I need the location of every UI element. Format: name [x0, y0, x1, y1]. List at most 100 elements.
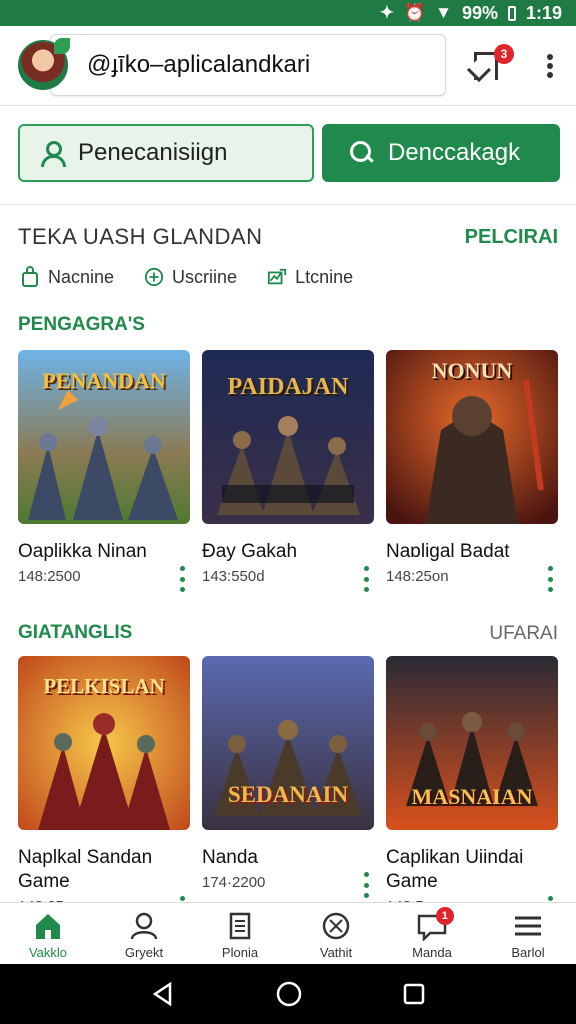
game-thumbnail[interactable]: SEDANAIN — [202, 656, 374, 830]
more-options-icon[interactable] — [364, 566, 370, 592]
bottom-navigation: Vakklo Gryekt Plonia Vathit 1 Manda Barl… — [0, 902, 576, 964]
status-bar: ✦ ⏰ ▼ 99% 1:19 — [0, 0, 576, 26]
notification-badge: 3 — [494, 44, 514, 64]
overflow-menu-button[interactable] — [538, 50, 562, 82]
game-meta: 148:2500 — [18, 566, 190, 592]
game-name: Naɒligal Badat — [386, 541, 510, 562]
game-carousel[interactable]: PENANDAN Oaplikka Ninan 148:2500 PAIDAJA… — [18, 350, 576, 592]
nav-label: Manda — [412, 945, 452, 960]
signal-icon: ✦ — [379, 3, 394, 22]
alarm-icon: ⏰ — [403, 3, 426, 22]
address-bar[interactable]: @ɟīko–aplicalandkari — [50, 34, 446, 96]
game-thumbnail[interactable]: MASNAIAN — [386, 656, 558, 830]
game-name: Naplkal Sandan Game — [18, 847, 153, 892]
filter-label: Uscriine — [172, 266, 238, 287]
game-card[interactable]: SEDANAIN Nanda 174·2200 — [202, 656, 374, 915]
filter-label: Nacnine — [48, 266, 115, 287]
filter-item[interactable]: Ltcnine — [267, 266, 353, 288]
person-icon — [40, 141, 66, 167]
nav-documents[interactable]: Plonia — [192, 903, 288, 964]
more-options-icon[interactable] — [180, 566, 186, 592]
nav-explore[interactable]: Vathit — [288, 903, 384, 964]
game-thumbnail[interactable]: NONUN — [386, 350, 558, 524]
game-meta-text: 148:2500 — [18, 568, 81, 585]
game-name: Ɖay Gakah — [202, 541, 298, 562]
action-buttons: Penecanisiign Denccakagk — [18, 124, 560, 182]
nav-label: Vathit — [319, 945, 353, 960]
game-art-title: PENANDAN — [42, 368, 166, 393]
search-icon — [350, 141, 374, 165]
avatar[interactable] — [18, 38, 70, 90]
nav-label: Vakklo — [28, 945, 68, 960]
game-meta-text: 174·2200 — [202, 874, 266, 891]
menu-icon — [515, 916, 541, 936]
game-name: Nanda — [202, 847, 258, 868]
home-button-icon[interactable] — [275, 980, 303, 1008]
leaf-icon — [54, 38, 70, 54]
game-meta: 174·2200 — [202, 872, 374, 898]
bag-icon — [22, 266, 38, 287]
game-card[interactable]: PAIDAJAN Ɖay Gakah 143:550d — [202, 350, 374, 592]
home-icon — [36, 914, 60, 939]
game-carousel[interactable]: PELKISLAN Naplkal Sandan Game 143:25nn S… — [18, 656, 576, 922]
battery-icon — [507, 5, 516, 21]
search-button[interactable]: Denccakagk — [322, 124, 560, 182]
row-title: GIATANGLIS — [18, 622, 133, 643]
battery-level: 99% — [461, 2, 498, 23]
menu-dot — [547, 54, 553, 60]
messages-badge: 1 — [435, 907, 454, 925]
game-card[interactable]: MASNAIAN Caplikan Uiindai Game 143:5on — [386, 656, 558, 922]
game-card[interactable]: PELKISLAN Naplkal Sandan Game 143:25nn — [18, 656, 190, 922]
row-title: PENGAGRA'S — [18, 314, 145, 335]
game-meta: 148:25on — [386, 566, 558, 592]
game-name: Caplikan Uiindai Game — [386, 847, 524, 892]
bookmark-button[interactable]: 3 — [472, 44, 514, 82]
compass-icon — [322, 912, 350, 940]
filter-label: Ltcnine — [295, 266, 354, 287]
game-name: Oaplikka Ninan — [18, 541, 147, 562]
nav-home[interactable]: Vakklo — [0, 903, 96, 964]
game-card[interactable]: PENANDAN Oaplikka Ninan 148:2500 — [18, 350, 190, 592]
plus-circle-icon — [144, 267, 164, 287]
wifi-icon: ▼ — [435, 3, 452, 22]
divider — [0, 204, 576, 205]
search-button-label: Denccakagk — [388, 139, 521, 166]
more-options-icon[interactable] — [548, 566, 554, 592]
menu-dot — [547, 72, 553, 78]
nav-label: Gryekt — [124, 945, 164, 960]
game-art-title: PAIDAJAN — [227, 374, 349, 400]
recents-icon[interactable] — [402, 982, 426, 1006]
game-art-title: NONUN — [431, 358, 513, 383]
game-thumbnail[interactable]: PAIDAJAN — [202, 350, 374, 524]
section-link[interactable]: PELCIRAI — [465, 226, 558, 249]
nav-label: Barlol — [511, 945, 545, 960]
filter-item[interactable]: Nacnine — [20, 266, 114, 288]
game-thumbnail[interactable]: PELKISLAN — [18, 656, 190, 830]
game-meta: 143:550d — [202, 566, 374, 592]
more-options-icon[interactable] — [364, 872, 370, 898]
document-icon — [229, 912, 251, 940]
row-link[interactable]: UFARAI — [489, 623, 558, 645]
nav-label: Plonia — [221, 945, 259, 960]
game-card[interactable]: NONUN Naɒligal Badat 148:25on — [386, 350, 558, 592]
game-meta-text: 143:550d — [202, 568, 265, 585]
outline-button-label: Penecanisiign — [78, 139, 228, 166]
app-header: @ɟīko–aplicalandkari 3 — [0, 26, 576, 106]
filter-item[interactable]: Uscriine — [144, 266, 237, 288]
clock: 1:19 — [525, 2, 562, 23]
person-icon — [130, 912, 158, 940]
game-art-title: PELKISLAN — [43, 674, 165, 698]
filter-chips: Nacnine Uscriine Ltcnine — [20, 262, 353, 292]
back-icon[interactable] — [150, 981, 176, 1007]
game-art-title: SEDANAIN — [227, 782, 349, 807]
chart-icon — [267, 268, 287, 285]
address-text: @ɟīko–aplicalandkari — [87, 51, 311, 78]
nav-messages[interactable]: 1 Manda — [384, 903, 480, 964]
game-art-title: MASNAIAN — [411, 784, 533, 809]
outline-action-button[interactable]: Penecanisiign — [18, 124, 314, 182]
system-navigation-bar — [0, 964, 576, 1024]
game-meta-text: 148:25on — [386, 568, 449, 585]
game-thumbnail[interactable]: PENANDAN — [18, 350, 190, 524]
nav-profile[interactable]: Gryekt — [96, 903, 192, 964]
nav-menu[interactable]: Barlol — [480, 903, 576, 964]
